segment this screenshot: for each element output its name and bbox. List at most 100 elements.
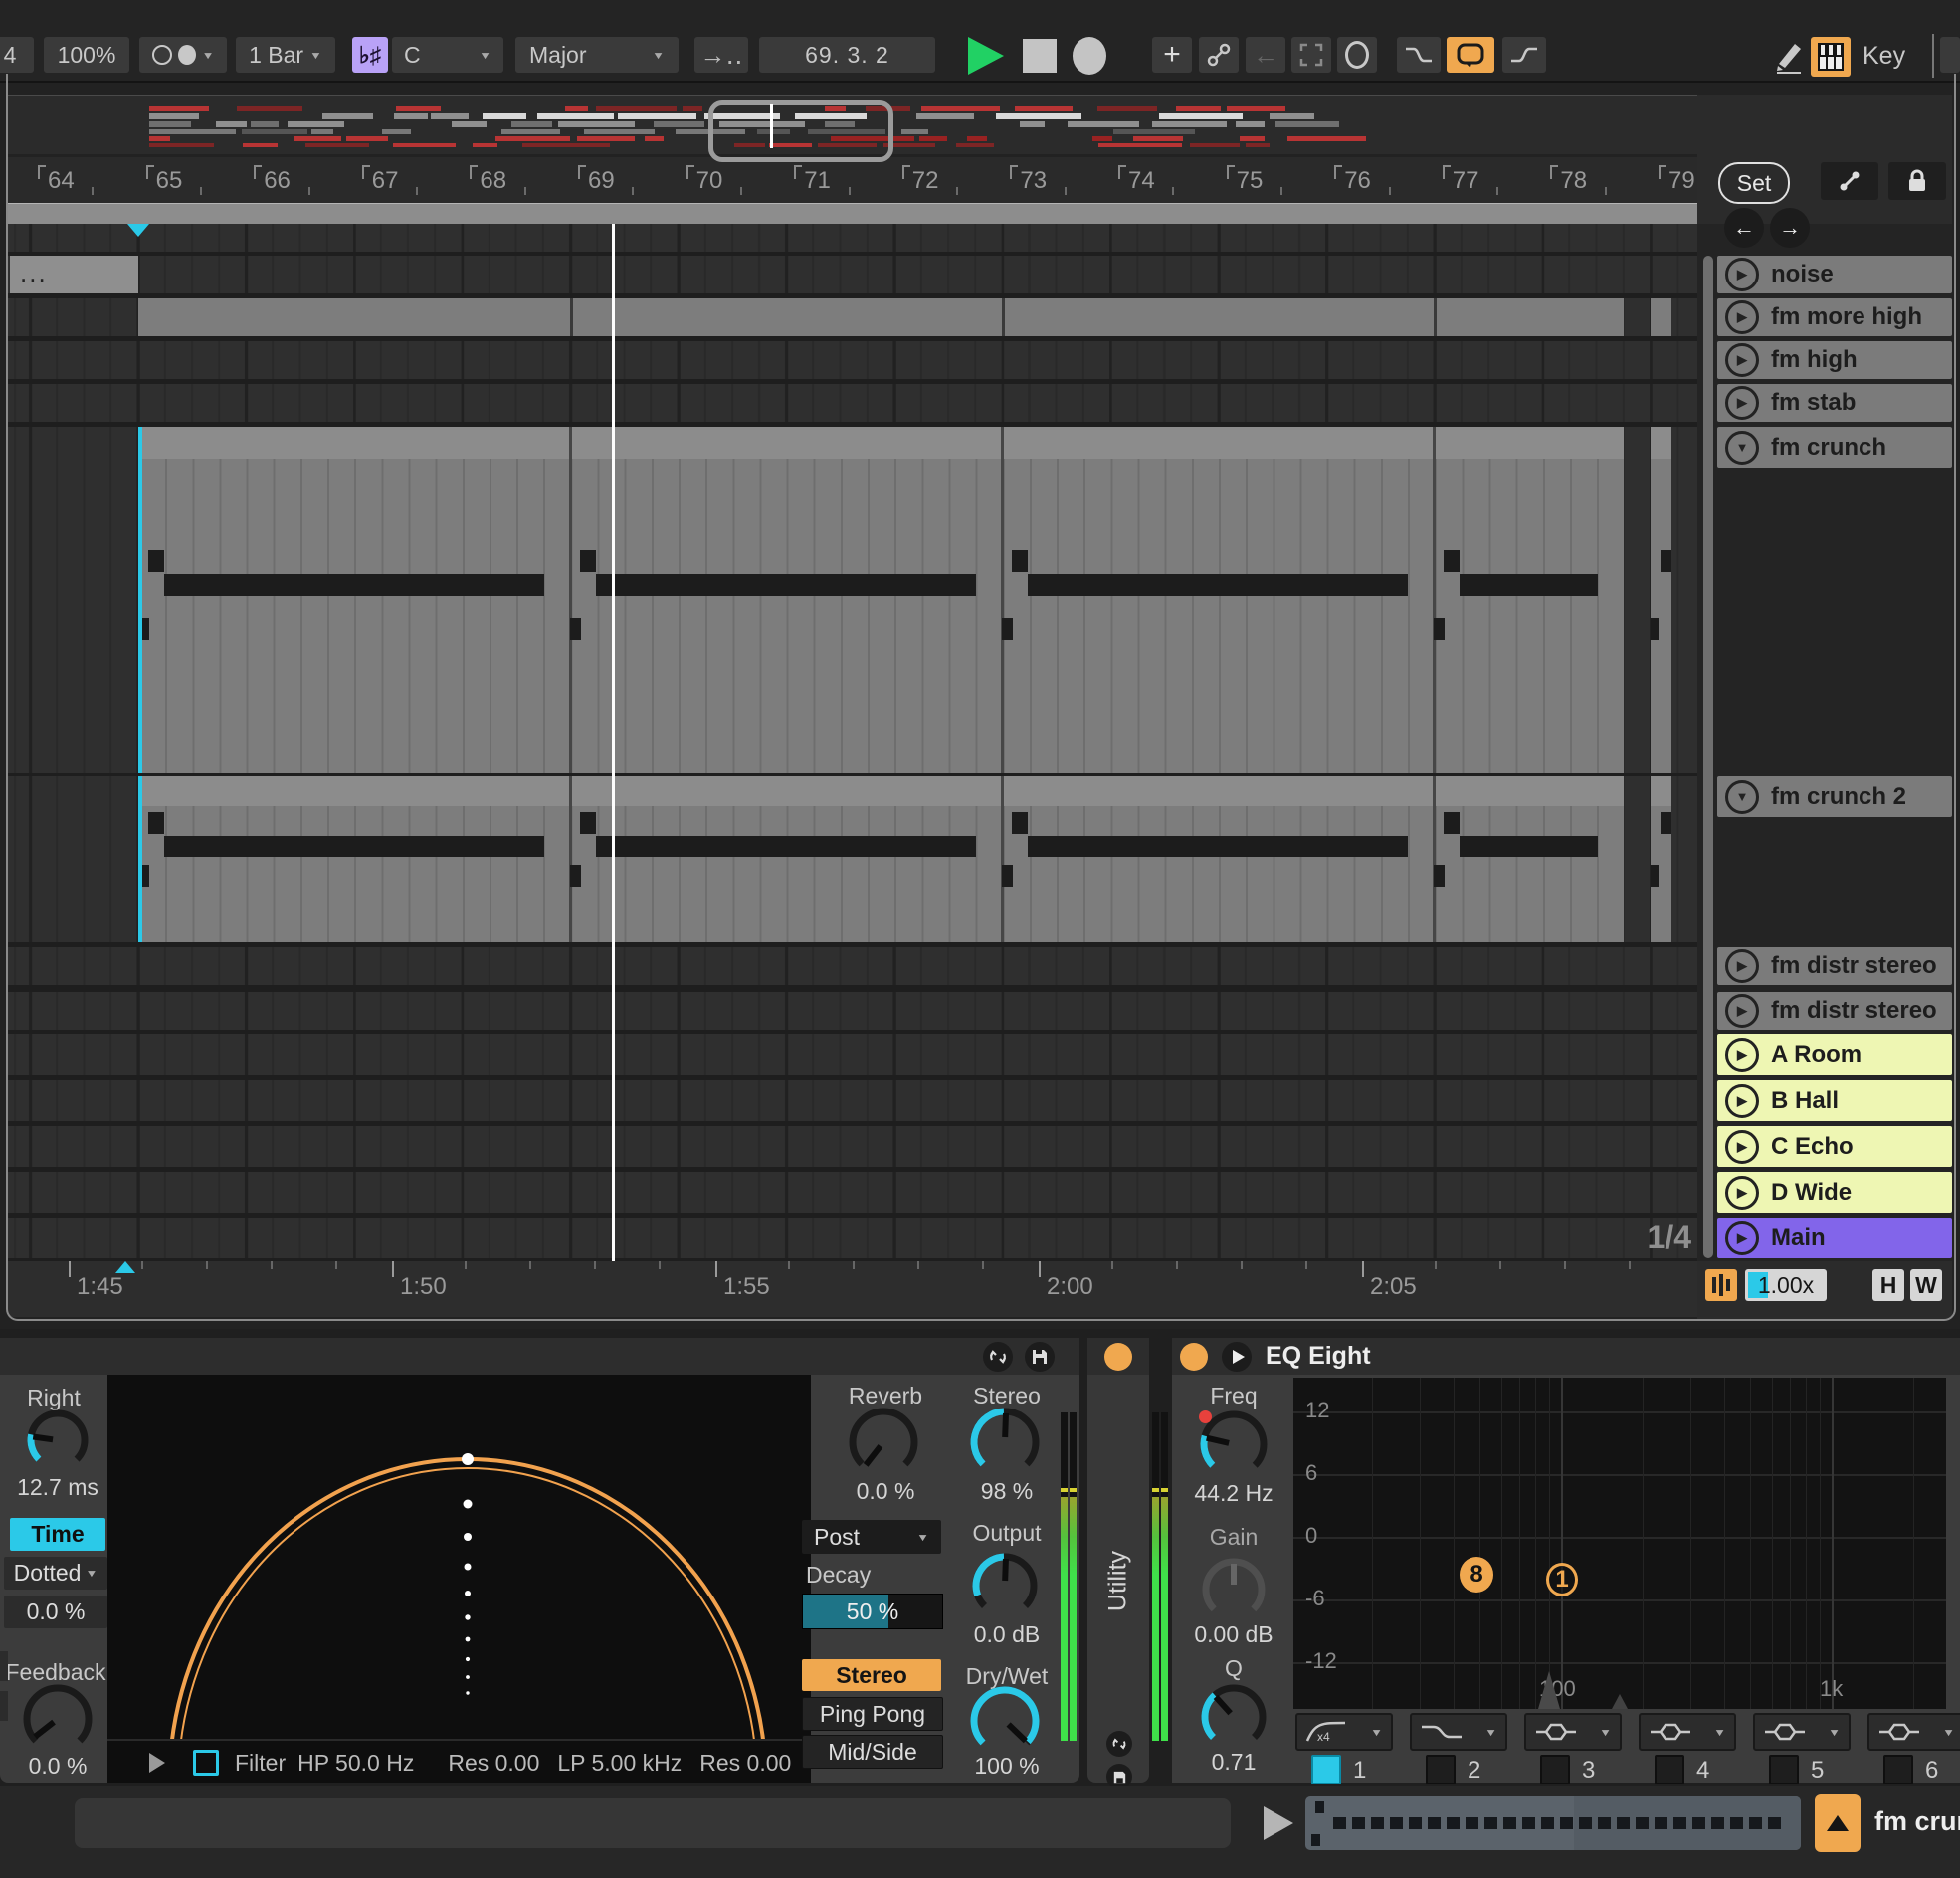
- draw-mode-button[interactable]: [1769, 37, 1809, 77]
- echo-mode-stereo-button[interactable]: Stereo: [802, 1659, 941, 1691]
- follow-button[interactable]: →‥: [694, 37, 748, 73]
- band-toggle-5[interactable]: [1769, 1755, 1799, 1784]
- lock-button[interactable]: [1888, 162, 1946, 200]
- computer-midi-keyboard-toggle[interactable]: [1811, 37, 1851, 77]
- clip-chooser-button[interactable]: [1815, 1794, 1861, 1852]
- midi-clip-expanded[interactable]: [138, 776, 1624, 942]
- groove-pool-button[interactable]: [1705, 1269, 1737, 1301]
- filter-type-selector-band-4[interactable]: ▼: [1639, 1713, 1736, 1751]
- echo-hotswap-button[interactable]: [983, 1342, 1013, 1372]
- link-toggle[interactable]: [1199, 37, 1239, 73]
- play-icon[interactable]: ▶: [1725, 1084, 1759, 1118]
- track-header-fm-crunch-2[interactable]: ▼fm crunch 2: [1717, 776, 1952, 817]
- track-header-B-Hall[interactable]: ▶B Hall: [1717, 1080, 1952, 1121]
- time-signature-field[interactable]: 4: [0, 37, 34, 73]
- echo-reverb-value[interactable]: 0.0 %: [826, 1478, 945, 1505]
- filter-type-selector-band-3[interactable]: ▼: [1524, 1713, 1622, 1751]
- quantize-menu[interactable]: 1 Bar▼: [236, 37, 335, 73]
- track-header-fm-distr-stereo[interactable]: ▶fm distr stereo: [1717, 947, 1952, 985]
- capture-midi-button[interactable]: [1337, 37, 1377, 73]
- track-header-C-Echo[interactable]: ▶C Echo: [1717, 1126, 1952, 1167]
- fade-out-mode-button[interactable]: [1397, 37, 1441, 73]
- vertical-scrollbar[interactable]: [1703, 256, 1713, 1258]
- arrangement-position-display[interactable]: 69. 3. 2: [759, 37, 935, 73]
- tempo-follow-field[interactable]: 100%: [44, 37, 129, 73]
- filter-expand-triangle[interactable]: [149, 1753, 165, 1773]
- add-track-button[interactable]: +: [1152, 37, 1192, 73]
- device-on-toggle[interactable]: [1104, 1343, 1132, 1371]
- play-icon[interactable]: ▶: [1725, 1221, 1759, 1255]
- metronome-control[interactable]: ▼: [139, 37, 227, 73]
- eq-freq-value[interactable]: 44.2 Hz: [1174, 1480, 1293, 1507]
- overview-zoom-window[interactable]: [708, 100, 893, 162]
- play-button[interactable]: [968, 37, 1004, 75]
- nav-left-button[interactable]: ←: [1724, 208, 1764, 248]
- root-note-menu[interactable]: C▼: [392, 37, 503, 73]
- band-toggle-6[interactable]: [1883, 1755, 1913, 1784]
- set-button[interactable]: Set: [1718, 162, 1790, 204]
- filter-type-selector-band-2[interactable]: ▼: [1410, 1713, 1507, 1751]
- band-toggle-3[interactable]: [1540, 1755, 1570, 1784]
- loop-toggle[interactable]: [1447, 37, 1494, 73]
- beat-time-ruler[interactable]: 64656667686970717273747576777879: [8, 157, 1697, 203]
- playback-speed-field[interactable]: 1.00x: [1745, 1269, 1827, 1301]
- utility-hotswap-button[interactable]: [1106, 1731, 1132, 1757]
- echo-offset-field[interactable]: 0.0 %: [4, 1596, 107, 1628]
- play-icon[interactable]: ▶: [1725, 1130, 1759, 1164]
- unfold-icon[interactable]: ▼: [1725, 780, 1759, 814]
- fullscreen-button[interactable]: [1291, 37, 1331, 73]
- play-icon[interactable]: ▶: [1725, 1038, 1759, 1072]
- eq-q-value[interactable]: 0.71: [1174, 1749, 1293, 1776]
- play-icon[interactable]: ▶: [1725, 258, 1759, 291]
- track-header-fm-high[interactable]: ▶fm high: [1717, 341, 1952, 379]
- track-header-A-Room[interactable]: ▶A Room: [1717, 1034, 1952, 1075]
- time-ruler[interactable]: 1:451:501:552:002:05: [8, 1261, 1697, 1317]
- filter-lp-value[interactable]: LP 5.00 kHz: [557, 1750, 682, 1777]
- utility-device[interactable]: Utility: [1087, 1338, 1149, 1783]
- eq-gain-knob[interactable]: [1200, 1556, 1268, 1623]
- zoom-height-button[interactable]: H: [1872, 1269, 1904, 1301]
- echo-tunnel-display[interactable]: Filter HP 50.0 Hz Res 0.00 LP 5.00 kHz R…: [107, 1375, 811, 1783]
- zoom-width-button[interactable]: W: [1910, 1269, 1942, 1301]
- play-icon[interactable]: ▶: [1725, 343, 1759, 377]
- echo-right-time-knob[interactable]: [25, 1408, 91, 1473]
- echo-drywet-knob[interactable]: [968, 1684, 1042, 1758]
- eq-band-marker-1[interactable]: 1: [1546, 1563, 1578, 1596]
- band-toggle-4[interactable]: [1655, 1755, 1684, 1784]
- scale-mode-badge[interactable]: ♭♯: [352, 37, 388, 73]
- stop-button[interactable]: [1023, 39, 1057, 73]
- echo-mode-midside-button[interactable]: Mid/Side: [802, 1735, 943, 1769]
- link-marker-button[interactable]: [1821, 162, 1878, 200]
- echo-mode-pingpong-button[interactable]: Ping Pong: [802, 1697, 943, 1731]
- clip-mini-view[interactable]: [1305, 1796, 1801, 1850]
- record-button[interactable]: [1073, 37, 1106, 75]
- filter-res1-value[interactable]: Res 0.00: [448, 1750, 539, 1777]
- eq-audition-button[interactable]: [1222, 1342, 1252, 1372]
- left-edge-sliver[interactable]: [0, 1691, 8, 1721]
- echo-routing-dropdown[interactable]: Post▼: [802, 1520, 941, 1554]
- echo-save-button[interactable]: [1025, 1342, 1055, 1372]
- track-header-fm-distr-stereo[interactable]: ▶fm distr stereo: [1717, 992, 1952, 1030]
- arrangement-grid[interactable]: ...: [8, 224, 1697, 1261]
- eq-gain-value[interactable]: 0.00 dB: [1174, 1621, 1293, 1648]
- band-toggle-2[interactable]: [1426, 1755, 1456, 1784]
- play-icon[interactable]: ▶: [1725, 1176, 1759, 1210]
- midi-clip-expanded[interactable]: [138, 427, 1624, 773]
- track-header-noise[interactable]: ▶noise: [1717, 256, 1952, 293]
- track-header-Main[interactable]: ▶Main: [1717, 1218, 1952, 1258]
- play-icon[interactable]: ▶: [1725, 386, 1759, 420]
- echo-stereo-knob[interactable]: [968, 1406, 1042, 1479]
- echo-time-mode-button[interactable]: Time: [10, 1518, 105, 1551]
- nav-right-button[interactable]: →: [1770, 208, 1810, 248]
- filter-hp-value[interactable]: HP 50.0 Hz: [297, 1750, 414, 1777]
- audio-clip-noise[interactable]: ...: [10, 256, 138, 293]
- play-icon[interactable]: ▶: [1725, 994, 1759, 1028]
- echo-output-value[interactable]: 0.0 dB: [947, 1621, 1067, 1648]
- echo-decay-slider[interactable]: 50 %: [802, 1594, 943, 1629]
- device-on-toggle[interactable]: [1180, 1343, 1208, 1371]
- eq-band-marker-8[interactable]: 8: [1460, 1557, 1493, 1593]
- track-header-D-Wide[interactable]: ▶D Wide: [1717, 1172, 1952, 1213]
- filter-res2-value[interactable]: Res 0.00: [699, 1750, 791, 1777]
- filter-type-selector-band-1[interactable]: x4▼: [1295, 1713, 1393, 1751]
- scale-name-menu[interactable]: Major▼: [515, 37, 679, 73]
